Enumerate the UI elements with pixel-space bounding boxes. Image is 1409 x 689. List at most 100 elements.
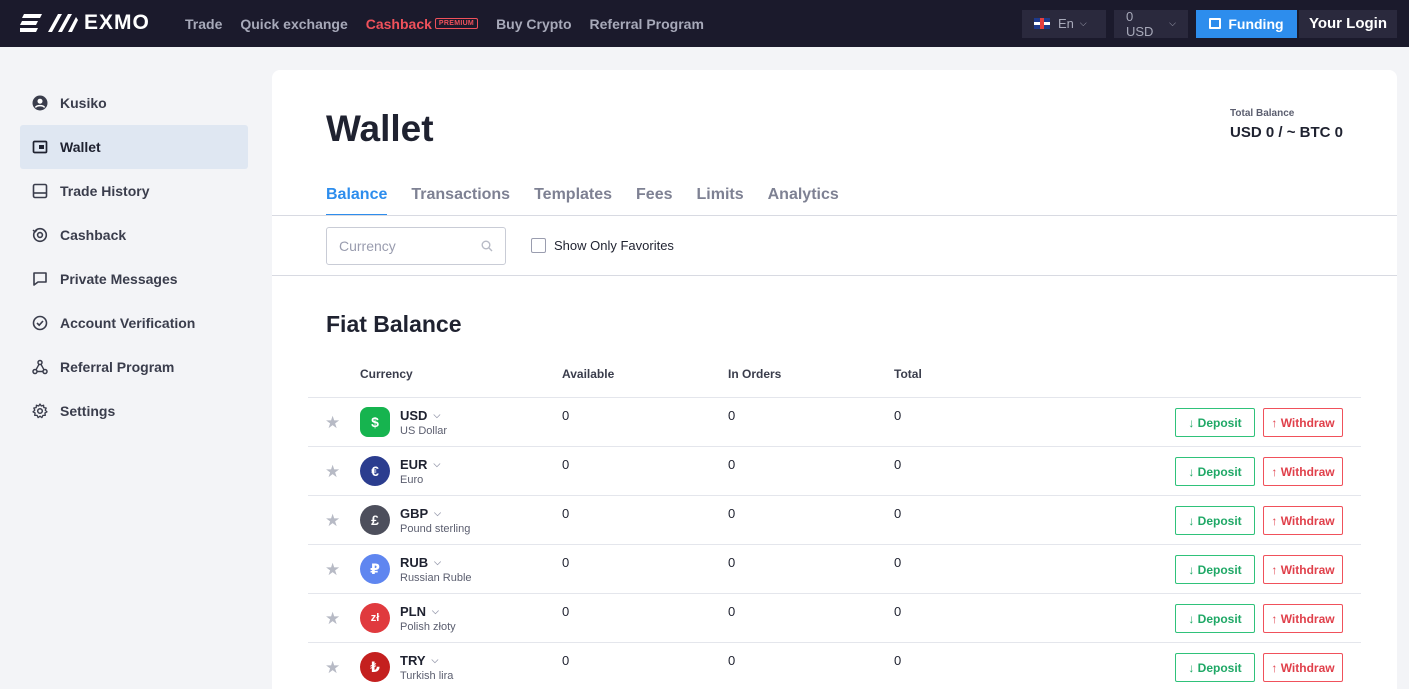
sidebar-item-trade-history[interactable]: Trade History bbox=[20, 169, 248, 213]
nav-quick-exchange[interactable]: Quick exchange bbox=[240, 16, 347, 32]
deposit-button[interactable]: ↓ Deposit bbox=[1175, 653, 1255, 682]
history-icon bbox=[32, 183, 48, 199]
currency-coin-icon: zł bbox=[360, 603, 390, 633]
language-label: En bbox=[1057, 16, 1074, 31]
nav-cashback-label: Cashback bbox=[365, 15, 432, 32]
currency-code[interactable]: USD ⌵ bbox=[400, 408, 440, 423]
cashback-icon bbox=[32, 227, 48, 243]
sidebar-item-profile[interactable]: Kusiko bbox=[20, 81, 248, 125]
currency-code[interactable]: PLN ⌵ bbox=[400, 604, 439, 619]
table-row: ★ £ GBP ⌵ Pound sterling 0 0 0 ↓ Deposit … bbox=[308, 495, 1361, 544]
available-value: 0 bbox=[562, 653, 570, 668]
nav-buy-crypto[interactable]: Buy Crypto bbox=[496, 16, 571, 32]
chevron-down-icon: ⌵ bbox=[431, 655, 439, 665]
nav-trade[interactable]: Trade bbox=[185, 16, 222, 32]
nav-referral-program[interactable]: Referral Program bbox=[590, 16, 704, 32]
favorites-checkbox[interactable] bbox=[531, 238, 546, 253]
nav-cashback[interactable]: Cashback PREMIUM bbox=[365, 15, 479, 32]
sidebar-item-wallet[interactable]: Wallet bbox=[20, 125, 248, 169]
wallet-icon bbox=[32, 139, 48, 155]
table-row: ★ ₺ TRY ⌵ Turkish lira 0 0 0 ↓ Deposit ↑ … bbox=[308, 642, 1361, 689]
deposit-button[interactable]: ↓ Deposit bbox=[1175, 604, 1255, 633]
wallet-icon bbox=[1209, 18, 1222, 29]
tab-balance[interactable]: Balance bbox=[326, 186, 388, 216]
total-balance: Total Balance USD 0 / ~ BTC 0 bbox=[1230, 108, 1343, 141]
withdraw-button[interactable]: ↑ Withdraw bbox=[1263, 604, 1343, 633]
tab-analytics[interactable]: Analytics bbox=[768, 186, 839, 216]
sidebar-item-label: Referral Program bbox=[60, 359, 175, 375]
section-title: Fiat Balance bbox=[326, 311, 462, 337]
star-icon[interactable]: ★ bbox=[325, 512, 343, 530]
gear-icon bbox=[32, 403, 48, 419]
withdraw-button[interactable]: ↑ Withdraw bbox=[1263, 506, 1343, 535]
star-icon[interactable]: ★ bbox=[325, 463, 343, 481]
total-value: 0 bbox=[894, 653, 902, 668]
currency-coin-icon: ₺ bbox=[360, 652, 390, 682]
sidebar-item-referral-program[interactable]: Referral Program bbox=[20, 345, 248, 389]
in-orders-value: 0 bbox=[728, 604, 736, 619]
table-row: ★ $ USD ⌵ US Dollar 0 0 0 ↓ Deposit ↑ Wit… bbox=[308, 397, 1361, 446]
withdraw-button[interactable]: ↑ Withdraw bbox=[1263, 457, 1343, 486]
deposit-button[interactable]: ↓ Deposit bbox=[1175, 457, 1255, 486]
sidebar-item-cashback[interactable]: Cashback bbox=[20, 213, 248, 257]
deposit-button[interactable]: ↓ Deposit bbox=[1175, 506, 1255, 535]
currency-name: Euro bbox=[400, 474, 424, 486]
currency-name: Polish złoty bbox=[400, 621, 456, 633]
available-value: 0 bbox=[562, 555, 570, 570]
top-bar: EXMO Trade Quick exchange Cashback PREMI… bbox=[0, 0, 1409, 47]
exmo-logo[interactable]: EXMO bbox=[20, 11, 150, 35]
currency-search-input[interactable]: Currency bbox=[326, 227, 506, 265]
tab-transactions[interactable]: Transactions bbox=[411, 186, 510, 216]
sidebar-item-account-verification[interactable]: Account Verification bbox=[20, 301, 248, 345]
currency-coin-icon: € bbox=[360, 456, 390, 486]
currency-code[interactable]: EUR ⌵ bbox=[400, 457, 440, 472]
balance-label: 0 USD bbox=[1125, 8, 1154, 39]
in-orders-value: 0 bbox=[728, 555, 736, 570]
brand-name: EXMO bbox=[84, 11, 150, 34]
star-icon[interactable]: ★ bbox=[325, 414, 343, 432]
in-orders-value: 0 bbox=[728, 506, 736, 521]
favorites-label: Show Only Favorites bbox=[554, 238, 674, 253]
sidebar-item-settings[interactable]: Settings bbox=[20, 389, 248, 433]
funding-button[interactable]: Funding bbox=[1195, 9, 1297, 38]
withdraw-button[interactable]: ↑ Withdraw bbox=[1263, 555, 1343, 584]
deposit-button[interactable]: ↓ Deposit bbox=[1175, 555, 1255, 584]
page-title: Wallet bbox=[326, 108, 434, 149]
language-selector[interactable]: En ⌵ bbox=[1021, 9, 1106, 38]
tab-templates[interactable]: Templates bbox=[534, 186, 612, 216]
wallet-tabs: Balance Transactions Templates Fees Limi… bbox=[326, 186, 863, 216]
currency-code-label: TRY bbox=[400, 653, 426, 668]
funding-label: Funding bbox=[1228, 15, 1284, 32]
chevron-down-icon: ⌵ bbox=[433, 410, 441, 420]
top-right-controls: En ⌵ 0 USD ⌵ Funding Your Login bbox=[1021, 0, 1397, 47]
withdraw-button[interactable]: ↑ Withdraw bbox=[1263, 653, 1343, 682]
currency-code[interactable]: TRY ⌵ bbox=[400, 653, 438, 668]
star-icon[interactable]: ★ bbox=[325, 561, 343, 579]
column-currency: Currency bbox=[360, 367, 413, 381]
show-only-favorites[interactable]: Show Only Favorites bbox=[531, 238, 674, 253]
table-row: ★ € EUR ⌵ Euro 0 0 0 ↓ Deposit ↑ Withdraw bbox=[308, 446, 1361, 495]
currency-code[interactable]: GBP ⌵ bbox=[400, 506, 441, 521]
total-value: 0 bbox=[894, 457, 902, 472]
star-icon[interactable]: ★ bbox=[325, 659, 343, 677]
tab-limits[interactable]: Limits bbox=[697, 186, 744, 216]
sidebar-item-label: Settings bbox=[60, 403, 116, 419]
chevron-down-icon: ⌵ bbox=[433, 459, 441, 469]
search-icon bbox=[481, 240, 493, 252]
available-value: 0 bbox=[562, 457, 570, 472]
tab-fees[interactable]: Fees bbox=[636, 186, 672, 216]
uk-flag-icon bbox=[1033, 18, 1050, 29]
login-button[interactable]: Your Login bbox=[1298, 9, 1397, 38]
available-value: 0 bbox=[562, 408, 570, 423]
premium-badge: PREMIUM bbox=[434, 18, 479, 29]
star-icon[interactable]: ★ bbox=[325, 610, 343, 628]
sidebar-item-label: Kusiko bbox=[60, 95, 107, 111]
in-orders-value: 0 bbox=[728, 457, 736, 472]
withdraw-button[interactable]: ↑ Withdraw bbox=[1263, 408, 1343, 437]
currency-code[interactable]: RUB ⌵ bbox=[400, 555, 441, 570]
sidebar-item-private-messages[interactable]: Private Messages bbox=[20, 257, 248, 301]
currency-coin-icon: ₽ bbox=[360, 554, 390, 584]
deposit-button[interactable]: ↓ Deposit bbox=[1175, 408, 1255, 437]
balance-selector[interactable]: 0 USD ⌵ bbox=[1113, 8, 1188, 39]
total-balance-label: Total Balance bbox=[1230, 108, 1295, 119]
